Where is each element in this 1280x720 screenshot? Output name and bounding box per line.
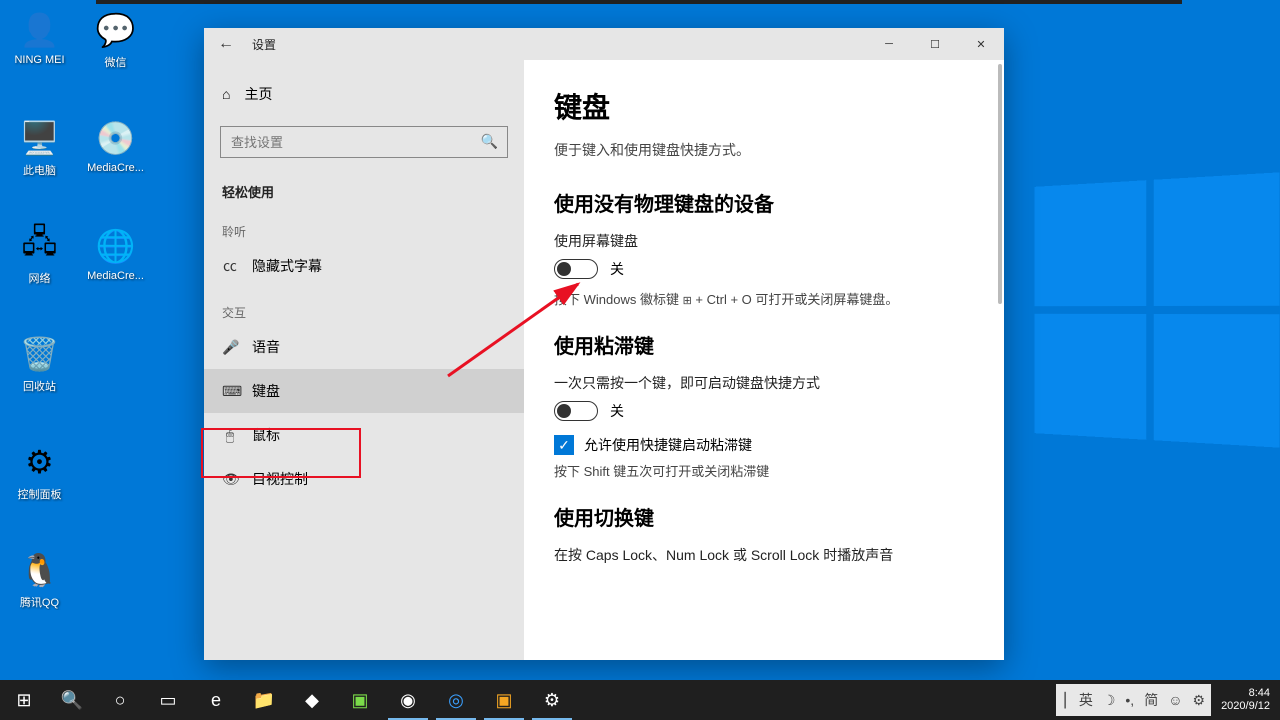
desktop-icon-network[interactable]: 🖧网络 <box>2 226 77 286</box>
osk-hint: 按下 Windows 徽标键 ⊞ + Ctrl + O 可打开或关闭屏幕键盘。 <box>554 289 974 308</box>
ime-bar[interactable]: ⎮ 英 ☽ •, 简 ☺ ⚙ <box>1056 684 1212 716</box>
section-togglekeys-title: 使用切换键 <box>554 502 974 531</box>
minimize-button[interactable]: ─ <box>866 28 912 60</box>
controlpanel-icon: ⚙ <box>20 442 60 482</box>
sticky-shortcut-checkbox[interactable]: ✓ <box>554 435 574 455</box>
taskbar-chrome[interactable]: ◉ <box>384 680 432 720</box>
section-osk-title: 使用没有物理键盘的设备 <box>554 188 974 217</box>
pc-icon: 🖥️ <box>20 118 60 158</box>
taskbar-app2[interactable]: ▣ <box>336 680 384 720</box>
search-box[interactable]: 🔍 <box>220 126 508 158</box>
window-title: 设置 <box>252 36 276 53</box>
ime-gear-icon[interactable]: ⚙ <box>1193 692 1206 709</box>
sticky-checkbox-label: 允许使用快捷键启动粘滞键 <box>584 435 752 455</box>
taskbar-taskview[interactable]: ▭ <box>144 680 192 720</box>
sticky-hint: 按下 Shift 键五次可打开或关闭粘滞键 <box>554 461 974 480</box>
tray-clock[interactable]: 8:44 2020/9/12 <box>1211 687 1280 713</box>
top-strip <box>96 0 1182 4</box>
desktop-icon-mediacre2[interactable]: 🌐MediaCre... <box>78 226 153 282</box>
page-subtitle: 便于键入和使用键盘快捷方式。 <box>554 140 974 160</box>
osk-toggle[interactable] <box>554 259 598 279</box>
back-button[interactable]: ← <box>204 35 248 53</box>
sidebar-section: 轻松使用 <box>204 172 524 207</box>
sidebar-item-mouse[interactable]: 🖱 鼠标 <box>204 413 524 457</box>
titlebar[interactable]: ← 设置 ─ ☐ ✕ <box>204 28 1004 60</box>
taskbar-app3[interactable]: ◎ <box>432 680 480 720</box>
desktop-icon-controlpanel[interactable]: ⚙控制面板 <box>2 442 77 502</box>
windows-logo-bg <box>1034 172 1279 447</box>
recycle-icon: 🗑️ <box>20 334 60 374</box>
sticky-label: 一次只需按一个键，即可启动键盘快捷方式 <box>554 373 974 393</box>
home-icon: ⌂ <box>222 86 230 102</box>
user-folder-icon: 👤 <box>20 10 60 50</box>
mouse-icon: 🖱 <box>222 427 238 444</box>
ime-emoji-icon[interactable]: ☺ <box>1168 692 1182 708</box>
taskbar-app4[interactable]: ▣ <box>480 680 528 720</box>
taskbar-edge[interactable]: e <box>192 680 240 720</box>
mic-icon: 🎤 <box>222 339 238 356</box>
desktop-icon-recycle[interactable]: 🗑️回收站 <box>2 334 77 394</box>
disc-icon: 💿 <box>96 118 136 158</box>
page-title: 键盘 <box>554 86 974 126</box>
scrollbar-thumb[interactable] <box>998 64 1002 304</box>
sidebar-item-keyboard[interactable]: ⌨ 键盘 <box>204 369 524 413</box>
close-button[interactable]: ✕ <box>958 28 1004 60</box>
content-pane: 键盘 便于键入和使用键盘快捷方式。 使用没有物理键盘的设备 使用屏幕键盘 关 按… <box>524 60 1004 660</box>
sidebar-cat-listen: 聆听 <box>204 207 524 244</box>
sidebar-item-eye[interactable]: 👁 目视控制 <box>204 457 524 501</box>
search-input[interactable] <box>220 126 508 158</box>
start-button[interactable]: ⊞ <box>0 680 48 720</box>
desktop-icon-qq[interactable]: 🐧腾讯QQ <box>2 550 77 610</box>
maximize-button[interactable]: ☐ <box>912 28 958 60</box>
osk-label: 使用屏幕键盘 <box>554 231 974 251</box>
sidebar-item-voice[interactable]: 🎤 语音 <box>204 325 524 369</box>
ime-moon-icon[interactable]: ☽ <box>1103 692 1116 709</box>
taskbar-settings[interactable]: ⚙ <box>528 680 576 720</box>
settings-window: ← 设置 ─ ☐ ✕ ⌂ 主页 🔍 轻松使用 聆听 ㏄ 隐藏式字幕 交互 <box>204 28 1004 660</box>
ime-simp[interactable]: 简 <box>1144 690 1158 710</box>
qq-icon: 🐧 <box>20 550 60 590</box>
sticky-toggle-state: 关 <box>610 401 624 421</box>
sidebar-home[interactable]: ⌂ 主页 <box>204 76 524 112</box>
desktop-icon-mediacre1[interactable]: 💿MediaCre... <box>78 118 153 174</box>
system-tray: ⎮ 英 ☽ •, 简 ☺ ⚙ 8:44 2020/9/12 <box>1056 680 1280 720</box>
wechat-icon: 💬 <box>96 10 136 50</box>
taskbar-search[interactable]: 🔍 <box>48 680 96 720</box>
taskbar-app1[interactable]: ◆ <box>288 680 336 720</box>
ime-punct-icon[interactable]: •, <box>1125 692 1134 708</box>
search-icon: 🔍 <box>481 133 498 150</box>
sidebar-cat-interact: 交互 <box>204 288 524 325</box>
sticky-toggle[interactable] <box>554 401 598 421</box>
section-sticky-title: 使用粘滞键 <box>554 330 974 359</box>
eye-icon: 👁 <box>222 471 238 488</box>
keyboard-icon: ⌨ <box>222 383 238 400</box>
network-icon: 🖧 <box>20 226 60 266</box>
cc-icon: ㏄ <box>222 256 238 276</box>
togglekeys-label: 在按 Caps Lock、Num Lock 或 Scroll Lock 时播放声… <box>554 545 974 565</box>
osk-toggle-state: 关 <box>610 259 624 279</box>
ie-icon: 🌐 <box>96 226 136 266</box>
taskbar: ⊞ 🔍 ○ ▭ e 📁 ◆ ▣ ◉ ◎ ▣ ⚙ ⎮ 英 ☽ •, 简 ☺ ⚙ 8… <box>0 680 1280 720</box>
sidebar: ⌂ 主页 🔍 轻松使用 聆听 ㏄ 隐藏式字幕 交互 🎤 语音 ⌨ 键盘 <box>204 60 524 660</box>
ime-divider: ⎮ <box>1062 692 1069 709</box>
taskbar-explorer[interactable]: 📁 <box>240 680 288 720</box>
winkey-icon: ⊞ <box>683 294 692 307</box>
desktop-icon-thispc[interactable]: 🖥️此电脑 <box>2 118 77 178</box>
desktop-icon-wechat[interactable]: 💬微信 <box>78 10 153 70</box>
sidebar-item-cc[interactable]: ㏄ 隐藏式字幕 <box>204 244 524 288</box>
taskbar-cortana[interactable]: ○ <box>96 680 144 720</box>
ime-lang[interactable]: 英 <box>1079 690 1093 710</box>
desktop-icon-user[interactable]: 👤NING MEI <box>2 10 77 66</box>
